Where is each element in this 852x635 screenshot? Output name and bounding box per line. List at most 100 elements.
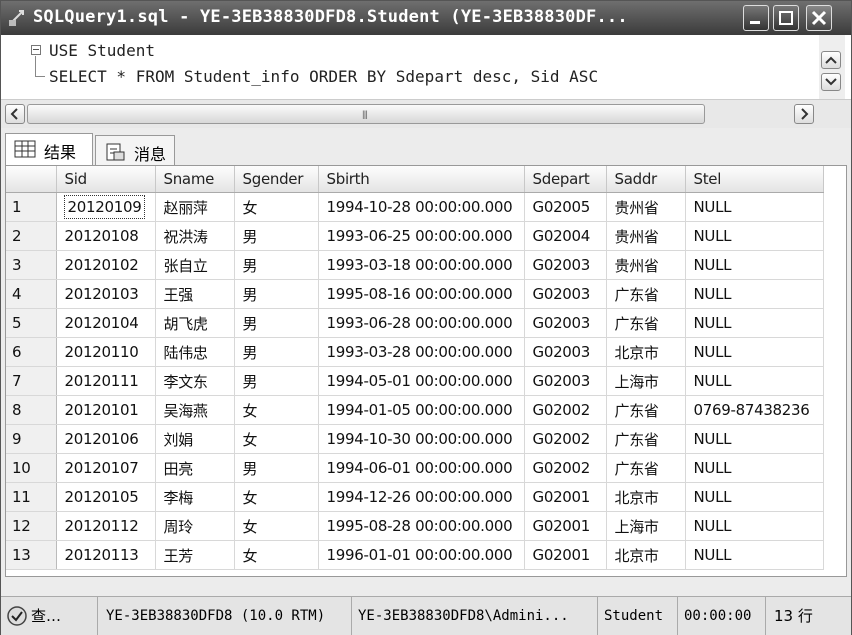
results-grid[interactable]: Sid Sname Sgender Sbirth Sdepart Saddr S… [5, 165, 847, 577]
grid-cell[interactable]: 1993-06-25 00:00:00.000 [318, 221, 525, 251]
table-row[interactable]: 13 20120113 王芳女 1996-01-01 00:00:00.000 G020… [6, 540, 824, 570]
grid-cell[interactable]: 贵州省 [606, 250, 686, 280]
column-header[interactable]: Sdepart [524, 166, 607, 193]
grid-cell[interactable]: 女 [234, 482, 319, 512]
grid-cell[interactable]: 王强 [155, 279, 235, 309]
editor-horizontal-scrollbar[interactable]: ǀǀǀ [1, 99, 851, 128]
grid-cell[interactable]: NULL [685, 279, 824, 309]
grid-cell[interactable]: 0769-87438236 [685, 395, 824, 425]
grid-cell[interactable]: 广东省 [606, 453, 686, 483]
grid-cell[interactable]: 20120105 [56, 482, 156, 512]
table-row[interactable]: 11 20120105 李梅女 1994-12-26 00:00:00.000 G020… [6, 482, 824, 512]
grid-cell[interactable]: 广东省 [606, 424, 686, 454]
grid-cell[interactable]: 女 [234, 395, 319, 425]
tab-messages[interactable]: 消息 [95, 135, 175, 165]
grid-cell[interactable]: 1994-10-30 00:00:00.000 [318, 424, 525, 454]
grid-cell[interactable]: 北京市 [606, 337, 686, 367]
grid-cell[interactable]: 男 [234, 221, 319, 251]
column-header[interactable]: Sname [155, 166, 235, 193]
grid-cell[interactable]: G02002 [524, 453, 607, 483]
grid-cell[interactable]: 周玲 [155, 511, 235, 541]
grid-cell[interactable]: 广东省 [606, 395, 686, 425]
grid-cell[interactable]: G02002 [524, 424, 607, 454]
grid-cell[interactable]: 1994-01-05 00:00:00.000 [318, 395, 525, 425]
grid-cell[interactable]: 1995-08-28 00:00:00.000 [318, 511, 525, 541]
row-number[interactable]: 4 [6, 279, 57, 309]
table-row[interactable]: 10 20120107 田亮男 1994-06-01 00:00:00.000 G020… [6, 453, 824, 483]
grid-cell[interactable]: 上海市 [606, 366, 686, 396]
grid-cell[interactable]: G02001 [524, 482, 607, 512]
grid-cell[interactable]: 祝洪涛 [155, 221, 235, 251]
grid-cell[interactable]: 20120103 [56, 279, 156, 309]
grid-cell[interactable]: G02003 [524, 308, 607, 338]
grid-cell[interactable]: G02003 [524, 366, 607, 396]
grid-cell[interactable]: 女 [234, 424, 319, 454]
grid-cell[interactable]: 1993-06-28 00:00:00.000 [318, 308, 525, 338]
grid-cell[interactable]: 1994-06-01 00:00:00.000 [318, 453, 525, 483]
row-number[interactable]: 1 [6, 192, 57, 222]
sql-editor[interactable]: USE Student SELECT * FROM Student_info O… [1, 35, 851, 99]
grid-cell[interactable]: NULL [685, 366, 824, 396]
column-header[interactable]: Stel [685, 166, 824, 193]
grid-cell[interactable]: 20120108 [56, 221, 156, 251]
grid-cell[interactable]: 20120110 [56, 337, 156, 367]
grid-cell[interactable]: 1995-08-16 00:00:00.000 [318, 279, 525, 309]
scroll-down-button[interactable] [821, 73, 841, 91]
column-header[interactable]: Sbirth [318, 166, 525, 193]
grid-cell[interactable]: G02003 [524, 337, 607, 367]
grid-cell[interactable]: 贵州省 [606, 221, 686, 251]
grid-cell[interactable]: G02005 [524, 192, 607, 222]
grid-cell[interactable]: 20120111 [56, 366, 156, 396]
row-number[interactable]: 6 [6, 337, 57, 367]
grid-cell[interactable]: 男 [234, 453, 319, 483]
grid-cell[interactable]: 赵丽萍 [155, 192, 235, 222]
grid-cell[interactable]: NULL [685, 482, 824, 512]
grid-cell[interactable]: 北京市 [606, 482, 686, 512]
grid-cell[interactable]: NULL [685, 453, 824, 483]
grid-cell[interactable]: NULL [685, 540, 824, 570]
grid-cell[interactable]: NULL [685, 424, 824, 454]
grid-cell[interactable]: NULL [685, 192, 824, 222]
grid-cell[interactable]: 1994-10-28 00:00:00.000 [318, 192, 525, 222]
grid-cell[interactable]: NULL [685, 511, 824, 541]
grid-cell[interactable]: 20120102 [56, 250, 156, 280]
grid-cell[interactable]: 1993-03-18 00:00:00.000 [318, 250, 525, 280]
grid-cell[interactable]: 1996-01-01 00:00:00.000 [318, 540, 525, 570]
grid-cell[interactable]: 男 [234, 366, 319, 396]
row-number[interactable]: 7 [6, 366, 57, 396]
code-line-1[interactable]: USE Student [49, 41, 155, 60]
grid-cell[interactable]: 张自立 [155, 250, 235, 280]
table-row[interactable]: 3 20120102 张自立男 1993-03-18 00:00:00.000 G020… [6, 250, 824, 280]
row-number[interactable]: 13 [6, 540, 57, 570]
grid-cell[interactable]: 李梅 [155, 482, 235, 512]
table-row[interactable]: 7 20120111 李文东男 1994-05-01 00:00:00.000 G020… [6, 366, 824, 396]
row-number[interactable]: 10 [6, 453, 57, 483]
table-row[interactable]: 1 20120109 赵丽萍女 1994-10-28 00:00:00.000 G020… [6, 192, 824, 222]
grid-cell[interactable]: 男 [234, 250, 319, 280]
scroll-up-button[interactable] [821, 51, 841, 69]
tab-results[interactable]: 结果 [5, 133, 93, 165]
column-header[interactable]: Sid [56, 166, 156, 193]
table-row[interactable]: 9 20120106 刘娟女 1994-10-30 00:00:00.000 G0200… [6, 424, 824, 454]
table-row[interactable]: 6 20120110 陆伟忠男 1993-03-28 00:00:00.000 G020… [6, 337, 824, 367]
grid-cell[interactable]: G02001 [524, 540, 607, 570]
grid-cell[interactable]: 吴海燕 [155, 395, 235, 425]
grid-cell[interactable]: G02003 [524, 279, 607, 309]
scroll-thumb[interactable]: ǀǀǀ [27, 104, 705, 124]
editor-vertical-scrollbar[interactable] [819, 35, 845, 99]
grid-cell[interactable]: 男 [234, 279, 319, 309]
grid-cell[interactable]: G02002 [524, 395, 607, 425]
grid-cell[interactable]: NULL [685, 250, 824, 280]
grid-cell[interactable]: 女 [234, 192, 319, 222]
grid-cell[interactable]: 陆伟忠 [155, 337, 235, 367]
code-line-2[interactable]: SELECT * FROM Student_info ORDER BY Sdep… [49, 67, 598, 86]
row-number[interactable]: 11 [6, 482, 57, 512]
grid-cell[interactable]: 女 [234, 511, 319, 541]
minimize-button[interactable] [743, 5, 769, 31]
grid-cell[interactable]: 北京市 [606, 540, 686, 570]
column-header[interactable]: Sgender [234, 166, 319, 193]
table-row[interactable]: 4 20120103 王强男 1995-08-16 00:00:00.000 G0200… [6, 279, 824, 309]
grid-cell[interactable]: 李文东 [155, 366, 235, 396]
table-row[interactable]: 8 20120101 吴海燕女 1994-01-05 00:00:00.000 G020… [6, 395, 824, 425]
scroll-left-button[interactable] [5, 104, 25, 124]
